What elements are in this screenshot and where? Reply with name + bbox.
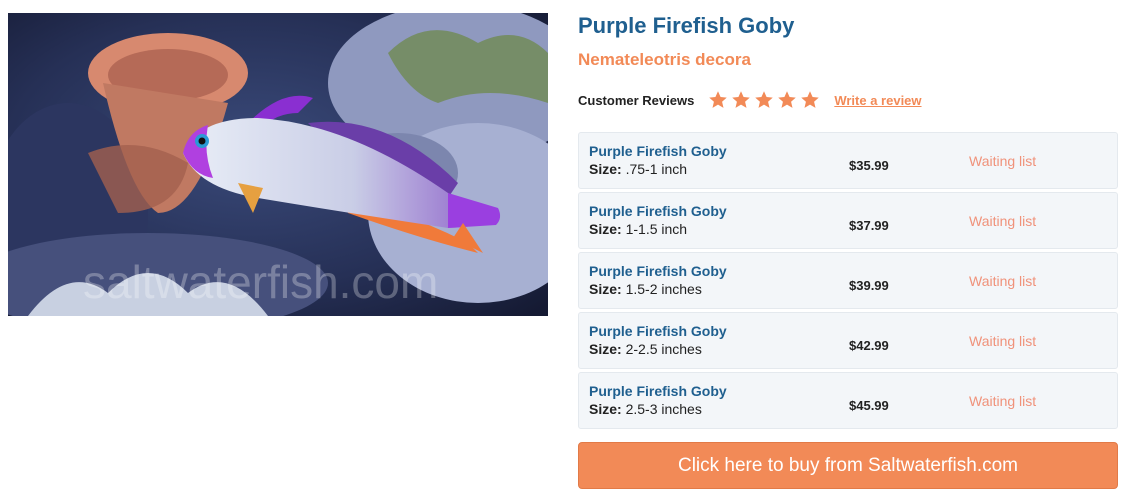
variant-price: $37.99 [849, 218, 889, 233]
variant-row: Purple Firefish Goby Size: 2-2.5 inches $4… [578, 312, 1118, 369]
variant-list: Purple Firefish Goby Size: .75-1 inch $35.… [578, 132, 1118, 432]
variant-name[interactable]: Purple Firefish Goby [589, 203, 727, 219]
variant-size: Size: .75-1 inch [589, 161, 687, 177]
variant-row: Purple Firefish Goby Size: .75-1 inch $35.… [578, 132, 1118, 189]
variant-price: $39.99 [849, 278, 889, 293]
star-icon [801, 91, 820, 108]
star-icon [755, 91, 774, 108]
watermark: saltwaterfish.com [83, 256, 438, 308]
variant-row: Purple Firefish Goby Size: 1.5-2 inches $3… [578, 252, 1118, 309]
variant-size: Size: 2.5-3 inches [589, 401, 702, 417]
waiting-list-link[interactable]: Waiting list [969, 273, 1036, 289]
waiting-list-link[interactable]: Waiting list [969, 213, 1036, 229]
size-value: 1-1.5 inch [625, 221, 688, 237]
size-label: Size: [589, 281, 622, 297]
scientific-name: Nemateleotris decora [578, 50, 751, 69]
variant-name[interactable]: Purple Firefish Goby [589, 323, 727, 339]
variant-name[interactable]: Purple Firefish Goby [589, 263, 727, 279]
size-label: Size: [589, 401, 622, 417]
product-photo: saltwaterfish.com [8, 13, 548, 316]
star-icon [778, 91, 797, 108]
variant-size: Size: 1-1.5 inch [589, 221, 687, 237]
size-label: Size: [589, 221, 622, 237]
star-icon [709, 91, 728, 108]
variant-row: Purple Firefish Goby Size: 1-1.5 inch $37.… [578, 192, 1118, 249]
variant-name[interactable]: Purple Firefish Goby [589, 143, 727, 159]
customer-reviews: Customer Reviews Write a review [578, 88, 922, 112]
star-rating [708, 90, 820, 110]
size-value: 1.5-2 inches [625, 281, 702, 297]
product-title: Purple Firefish Goby [578, 13, 795, 38]
variant-size: Size: 2-2.5 inches [589, 341, 702, 357]
size-label: Size: [589, 161, 622, 177]
variant-row: Purple Firefish Goby Size: 2.5-3 inches $4… [578, 372, 1118, 429]
write-review-link[interactable]: Write a review [834, 93, 921, 108]
variant-size: Size: 1.5-2 inches [589, 281, 702, 297]
waiting-list-link[interactable]: Waiting list [969, 153, 1036, 169]
size-value: 2.5-3 inches [625, 401, 702, 417]
variant-price: $35.99 [849, 158, 889, 173]
waiting-list-link[interactable]: Waiting list [969, 333, 1036, 349]
size-value: .75-1 inch [625, 161, 688, 177]
size-value: 2-2.5 inches [625, 341, 702, 357]
waiting-list-link[interactable]: Waiting list [969, 393, 1036, 409]
buy-button[interactable]: Click here to buy from Saltwaterfish.com [578, 442, 1118, 489]
size-label: Size: [589, 341, 622, 357]
reviews-label: Customer Reviews [578, 92, 695, 108]
variant-name[interactable]: Purple Firefish Goby [589, 383, 727, 399]
variant-price: $42.99 [849, 338, 889, 353]
star-icon [732, 91, 751, 108]
variant-price: $45.99 [849, 398, 889, 413]
